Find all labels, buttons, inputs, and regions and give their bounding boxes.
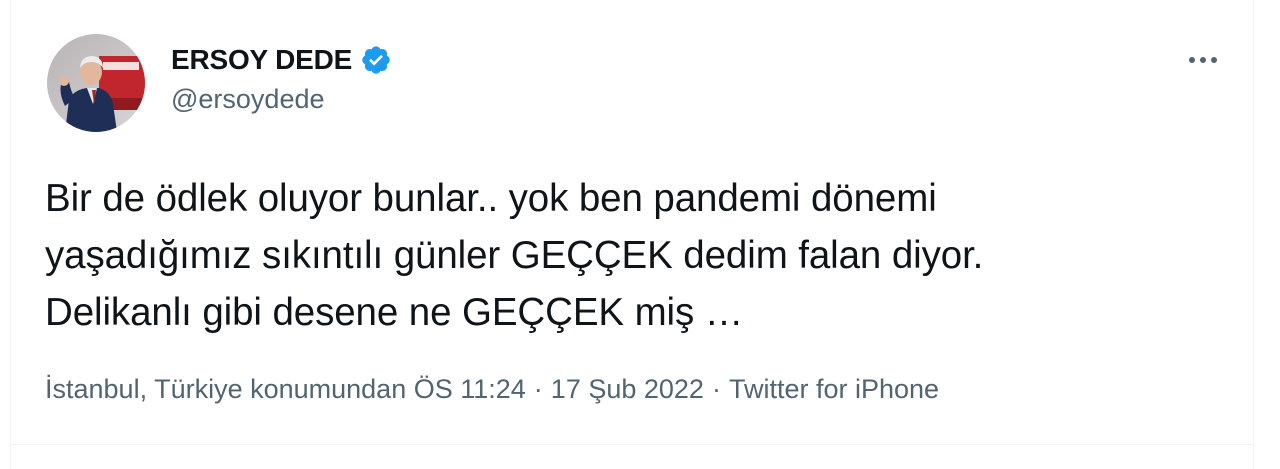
tweet-text-line: Bir de ödlek oluyor bunlar.. yok ben pan… [45, 177, 937, 220]
meta-separator: · [533, 374, 543, 404]
verified-badge-icon [360, 44, 392, 76]
more-options-button[interactable] [1181, 46, 1225, 74]
display-name[interactable]: ERSOY DEDE [171, 44, 352, 76]
tweet-location-time[interactable]: İstanbul, Türkiye konumundan ÖS 11:24 [45, 374, 526, 405]
meta-separator: · [711, 374, 721, 404]
user-handle[interactable]: @ersoydede [171, 84, 325, 115]
tweet-card: ERSOY DEDE @ersoydede Bir de ödlek oluyo… [10, 0, 1254, 469]
more-options-icon [1189, 57, 1217, 63]
tweet-text-line: Delikanlı gibi desene ne GEÇÇEK miş … [45, 291, 744, 334]
tweet-date[interactable]: 17 Şub 2022 [551, 374, 704, 405]
avatar-photo-icon [47, 34, 145, 132]
tweet-source[interactable]: Twitter for iPhone [729, 374, 939, 405]
tweet-meta: İstanbul, Türkiye konumundan ÖS 11:24 · … [45, 374, 939, 405]
divider [11, 444, 1253, 445]
tweet-text-line: yaşadığımız sıkıntılı günler GEÇÇEK dedi… [45, 234, 984, 277]
author-name-row[interactable]: ERSOY DEDE [171, 40, 392, 80]
tweet-text: Bir de ödlek oluyor bunlar.. yok ben pan… [45, 170, 1245, 341]
avatar[interactable] [47, 34, 145, 132]
